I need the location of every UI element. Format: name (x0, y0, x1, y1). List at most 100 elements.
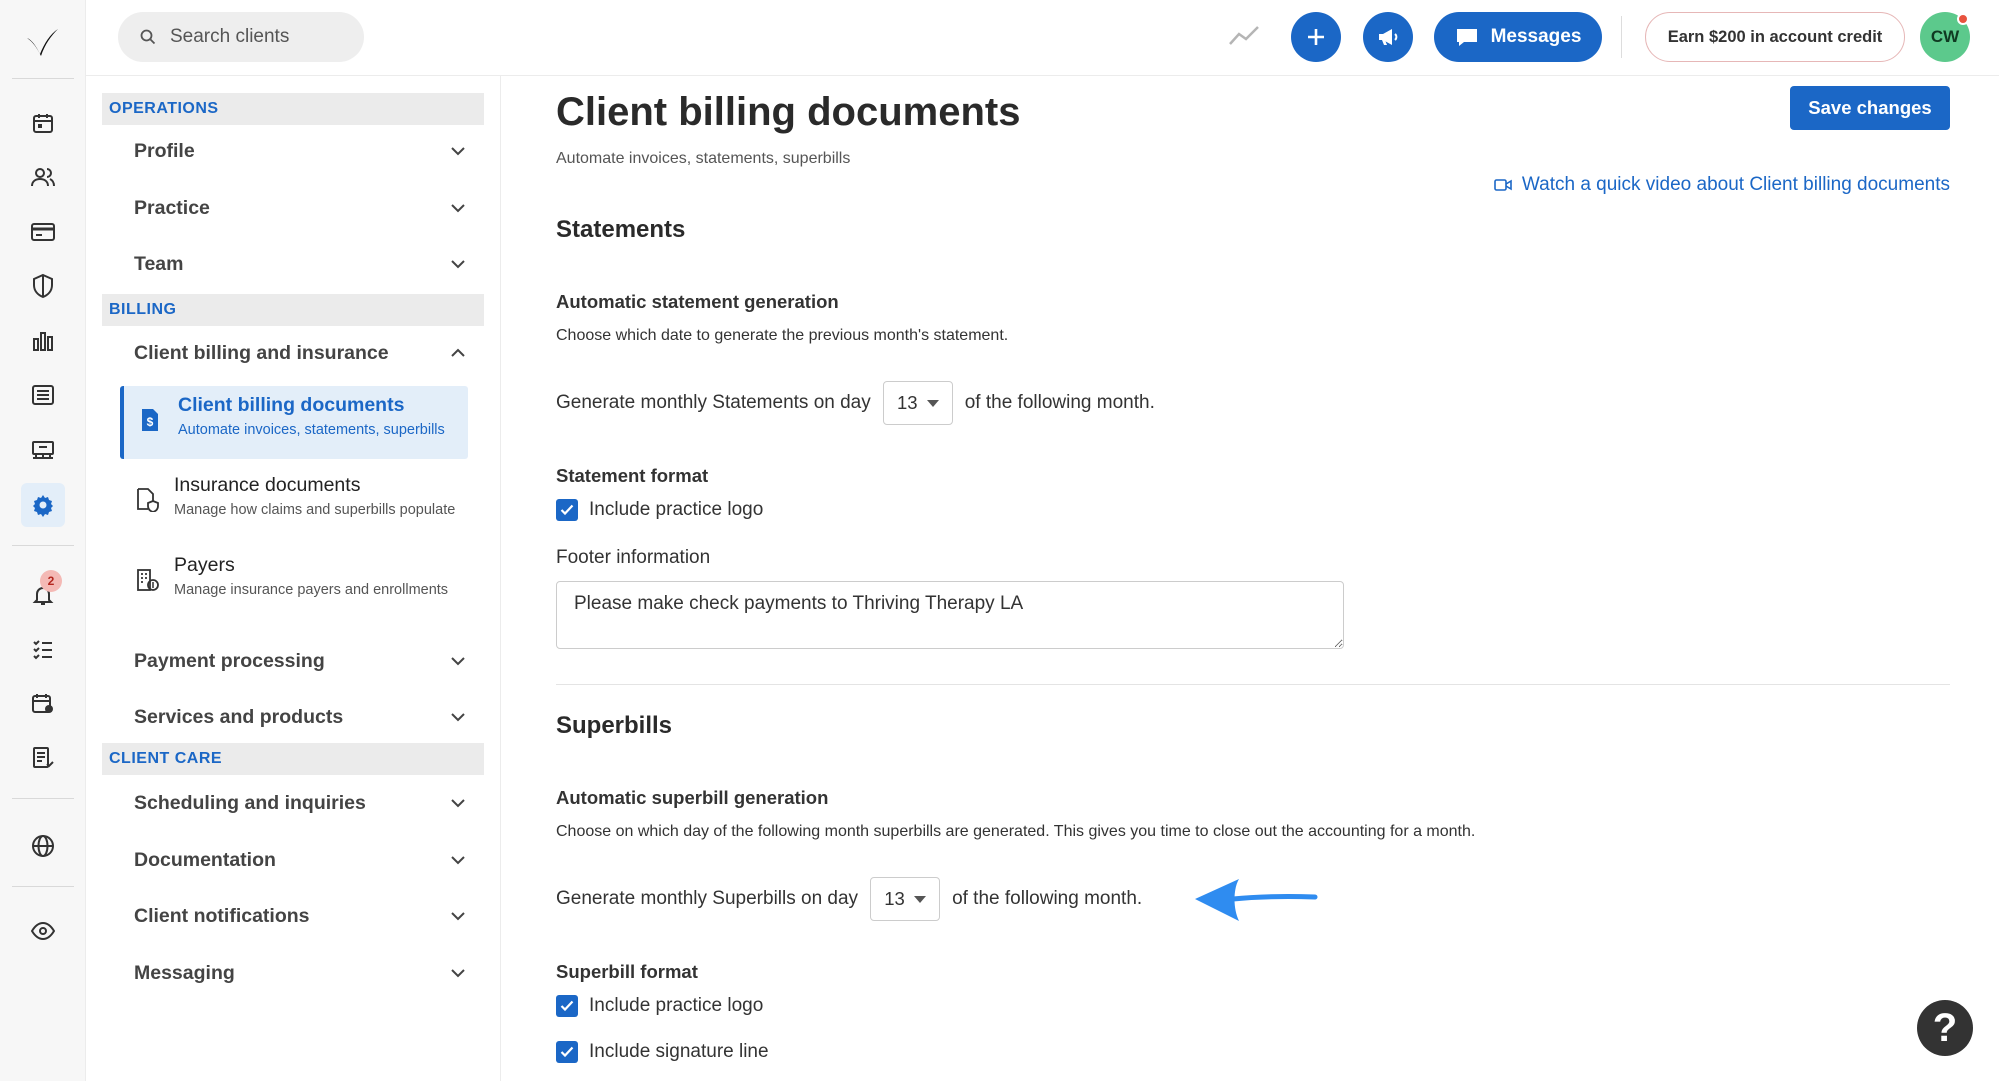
nav-item-profile[interactable]: Profile (102, 126, 484, 176)
help-button[interactable]: ? (1917, 1000, 1973, 1056)
auto-statement-heading: Automatic statement generation (556, 291, 839, 312)
page-subtitle: Automate invoices, statements, superbill… (556, 150, 851, 167)
rail-divider (12, 78, 74, 79)
checkbox-label: Include signature line (589, 1041, 769, 1062)
statement-include-logo-checkbox[interactable]: Include practice logo (556, 499, 763, 521)
checkbox-label: Include practice logo (589, 995, 764, 1016)
subnav-client-billing-documents[interactable]: $ Client billing documents Automate invo… (120, 386, 468, 459)
chevron-down-icon (451, 657, 465, 666)
nav-item-label: Services and products (134, 705, 344, 728)
annotation-arrow-icon (1195, 879, 1318, 921)
superbill-day-prefix: Generate monthly Superbills on day (556, 888, 859, 909)
checkbox-label: Include practice logo (589, 499, 764, 520)
nav-item-label: Messaging (134, 961, 235, 984)
subnav-desc: Automate invoices, statements, superbill… (178, 422, 445, 438)
top-bar: Search clients Messages Earn $200 in acc… (86, 0, 1999, 76)
nav-item-label: Payment processing (134, 649, 325, 672)
calendar-icon[interactable] (21, 101, 65, 145)
activity-list-icon[interactable] (21, 373, 65, 417)
checkbox-checked-icon (556, 1041, 578, 1063)
watch-video-link[interactable]: Watch a quick video about Client billing… (1494, 174, 1950, 196)
checkbox-checked-icon (556, 499, 578, 521)
auto-superbill-desc: Choose on which day of the following mon… (556, 823, 1476, 840)
app-logo-icon[interactable] (24, 26, 60, 58)
billing-card-icon[interactable] (21, 210, 65, 254)
insurance-document-icon (137, 488, 159, 512)
superbill-day-suffix: of the following month. (952, 888, 1143, 909)
caret-down-icon (913, 895, 926, 903)
chevron-down-icon (451, 713, 465, 722)
subnav-desc: Manage how claims and superbills populat… (174, 502, 456, 518)
subnav-insurance-documents[interactable]: Insurance documents Manage how claims an… (120, 466, 468, 542)
nav-item-services-products[interactable]: Services and products (102, 692, 484, 742)
superbill-include-logo-checkbox[interactable]: Include practice logo (556, 995, 763, 1017)
section-header-client-care: CLIENT CARE (102, 743, 484, 775)
nav-item-scheduling-inquiries[interactable]: Scheduling and inquiries (102, 778, 484, 828)
chat-bubble-icon (1456, 29, 1477, 46)
main-content: Client billing documents Automate invoic… (501, 76, 1999, 1081)
nav-item-label: Documentation (134, 848, 276, 871)
watch-video-label: Watch a quick video about Client billing… (1521, 174, 1950, 195)
settings-nav: OPERATIONS Profile Practice Team BILLING… (86, 76, 501, 1081)
chevron-down-icon (451, 856, 465, 865)
messages-label: Messages (1490, 26, 1582, 47)
nav-item-messaging[interactable]: Messaging (102, 948, 484, 998)
nav-item-label: Client billing and insurance (134, 341, 389, 364)
statement-day-suffix: of the following month. (964, 392, 1155, 413)
megaphone-icon (1379, 29, 1398, 45)
nav-item-payment-processing[interactable]: Payment processing (102, 636, 484, 686)
footer-info-textarea[interactable]: Please make check payments to Thriving T… (556, 581, 1344, 649)
auto-superbill-heading: Automatic superbill generation (556, 787, 829, 808)
marketplace-icon[interactable] (21, 428, 65, 472)
rail-divider (12, 545, 74, 546)
settings-gear-icon[interactable] (21, 483, 65, 527)
subnav-title: Client billing documents (178, 394, 405, 416)
superbill-include-signature-checkbox[interactable]: Include signature line (556, 1041, 769, 1063)
nav-item-documentation[interactable]: Documentation (102, 835, 484, 885)
visibility-eye-icon[interactable] (21, 909, 65, 953)
nav-item-practice[interactable]: Practice (102, 183, 484, 233)
search-icon (140, 29, 156, 45)
nav-item-label: Practice (134, 196, 210, 219)
statement-day-row: Generate monthly Statements on day 13 of… (556, 381, 1155, 425)
chevron-down-icon (451, 147, 465, 156)
insurance-shield-icon[interactable] (21, 264, 65, 308)
search-bar[interactable]: Search clients (118, 12, 364, 62)
tasks-icon[interactable] (21, 627, 65, 671)
nav-item-client-notifications[interactable]: Client notifications (102, 891, 484, 941)
nav-item-team[interactable]: Team (102, 239, 484, 289)
nav-item-label: Client notifications (134, 904, 310, 927)
subnav-title: Payers (174, 554, 235, 576)
superbill-day-select[interactable]: 13 (870, 877, 941, 921)
trend-chart-icon[interactable] (1228, 22, 1260, 50)
reminders-icon[interactable] (21, 736, 65, 780)
clients-icon[interactable] (21, 155, 65, 199)
requests-icon[interactable] (21, 682, 65, 726)
earn-credit-button[interactable]: Earn $200 in account credit (1645, 12, 1905, 62)
rail-divider (12, 886, 74, 887)
subnav-title: Insurance documents (174, 474, 361, 496)
statement-day-select[interactable]: 13 (882, 381, 953, 425)
avatar-status-dot (1957, 13, 1969, 25)
superbill-day-row: Generate monthly Superbills on day 13 of… (556, 877, 1142, 921)
analytics-icon[interactable] (21, 319, 65, 363)
chevron-down-icon (451, 969, 465, 978)
subnav-payers[interactable]: Payers Manage insurance payers and enrol… (120, 546, 468, 622)
superbill-format-heading: Superbill format (556, 961, 698, 982)
announcements-button[interactable] (1363, 12, 1413, 62)
chevron-down-icon (451, 799, 465, 808)
checkbox-checked-icon (556, 995, 578, 1017)
caret-down-icon (926, 399, 939, 407)
website-globe-icon[interactable] (21, 824, 65, 868)
topbar-divider (1621, 16, 1622, 58)
video-camera-icon (1494, 179, 1512, 191)
search-input[interactable]: Search clients (170, 26, 289, 48)
nav-item-client-billing-insurance[interactable]: Client billing and insurance (102, 328, 484, 378)
plus-icon (1308, 29, 1324, 45)
section-header-billing: BILLING (102, 294, 484, 326)
statement-day-value: 13 (896, 392, 918, 413)
messages-button[interactable]: Messages (1434, 12, 1602, 62)
add-button[interactable] (1291, 12, 1341, 62)
save-changes-button[interactable]: Save changes (1790, 86, 1950, 130)
statements-heading: Statements (556, 216, 686, 243)
